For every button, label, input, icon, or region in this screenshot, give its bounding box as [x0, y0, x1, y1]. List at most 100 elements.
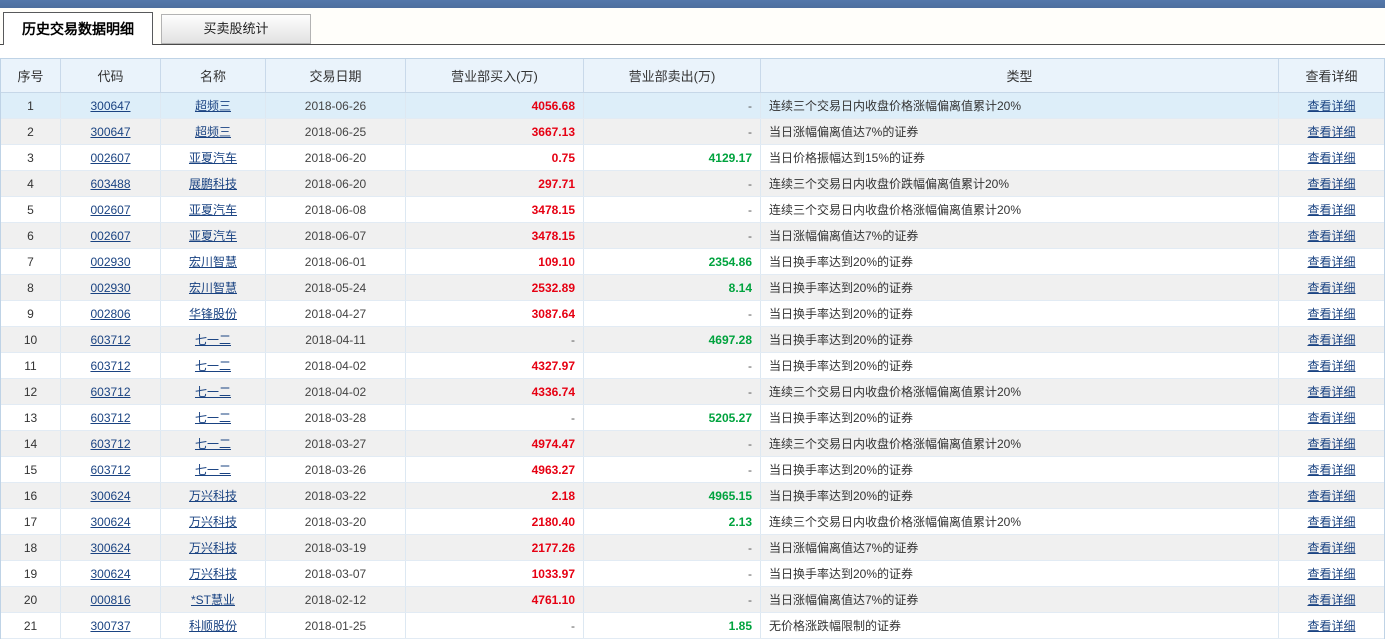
stock-code-link[interactable]: 603712 [90, 463, 130, 477]
trade-date: 2018-04-02 [266, 379, 406, 404]
view-detail-link[interactable]: 查看详细 [1307, 331, 1355, 348]
table-row: 21 300737 科顺股份 2018-01-25 - 1.85 无价格涨跌幅限… [1, 613, 1384, 639]
tab-buy-sell-stats[interactable]: 买卖股统计 [161, 14, 311, 44]
stock-code-link[interactable]: 603488 [90, 177, 130, 191]
stock-name-link[interactable]: 宏川智慧 [189, 253, 237, 270]
alert-type-text: 当日换手率达到20%的证券 [761, 275, 1279, 300]
table-row: 10 603712 七一二 2018-04-11 - 4697.28 当日换手率… [1, 327, 1384, 353]
sell-amount: 5205.27 [709, 411, 752, 425]
stock-code-link[interactable]: 603712 [90, 385, 130, 399]
view-detail-link[interactable]: 查看详细 [1307, 227, 1355, 244]
view-detail-link[interactable]: 查看详细 [1307, 357, 1355, 374]
alert-type-text: 当日换手率达到20%的证券 [761, 457, 1279, 482]
stock-name-link[interactable]: 亚夏汽车 [189, 227, 237, 244]
view-detail-link[interactable]: 查看详细 [1307, 565, 1355, 582]
buy-amount: 3478.15 [532, 203, 575, 217]
view-detail-link[interactable]: 查看详细 [1307, 435, 1355, 452]
buy-amount: 4336.74 [532, 385, 575, 399]
view-detail-link[interactable]: 查看详细 [1307, 253, 1355, 270]
stock-name-link[interactable]: 亚夏汽车 [189, 149, 237, 166]
stock-name-link[interactable]: 宏川智慧 [189, 279, 237, 296]
stock-code-link[interactable]: 300737 [90, 619, 130, 633]
alert-type-text: 当日换手率达到20%的证券 [761, 405, 1279, 430]
stock-name-link[interactable]: 七一二 [195, 331, 231, 348]
view-detail-link[interactable]: 查看详细 [1307, 539, 1355, 556]
stock-code-link[interactable]: 603712 [90, 437, 130, 451]
stock-code-link[interactable]: 300624 [90, 489, 130, 503]
table-row: 3 002607 亚夏汽车 2018-06-20 0.75 4129.17 当日… [1, 145, 1384, 171]
header-seq: 序号 [1, 59, 61, 92]
stock-name-link[interactable]: 万兴科技 [189, 539, 237, 556]
row-seq-number: 13 [1, 405, 61, 430]
sell-amount: - [748, 567, 752, 581]
history-trade-table: 序号 代码 名称 交易日期 营业部买入(万) 营业部卖出(万) 类型 查看详细 … [0, 58, 1385, 639]
sell-amount: - [748, 463, 752, 477]
stock-name-link[interactable]: 七一二 [195, 435, 231, 452]
alert-type-text: 当日涨幅偏离值达7%的证券 [761, 535, 1279, 560]
header-type: 类型 [761, 59, 1279, 92]
stock-name-link[interactable]: 超频三 [195, 123, 231, 140]
stock-code-link[interactable]: 002607 [90, 203, 130, 217]
tab-history-trade-detail[interactable]: 历史交易数据明细 [3, 12, 153, 45]
table-row: 2 300647 超频三 2018-06-25 3667.13 - 当日涨幅偏离… [1, 119, 1384, 145]
view-detail-link[interactable]: 查看详细 [1307, 123, 1355, 140]
sell-amount: - [748, 541, 752, 555]
stock-name-link[interactable]: 万兴科技 [189, 487, 237, 504]
table-row: 14 603712 七一二 2018-03-27 4974.47 - 连续三个交… [1, 431, 1384, 457]
view-detail-link[interactable]: 查看详细 [1307, 201, 1355, 218]
view-detail-link[interactable]: 查看详细 [1307, 591, 1355, 608]
stock-name-link[interactable]: 华锋股份 [189, 305, 237, 322]
row-seq-number: 12 [1, 379, 61, 404]
stock-code-link[interactable]: 000816 [90, 593, 130, 607]
header-action: 查看详细 [1279, 59, 1384, 92]
view-detail-link[interactable]: 查看详细 [1307, 409, 1355, 426]
stock-code-link[interactable]: 300624 [90, 541, 130, 555]
row-seq-number: 1 [1, 93, 61, 118]
stock-name-link[interactable]: 七一二 [195, 357, 231, 374]
view-detail-link[interactable]: 查看详细 [1307, 617, 1355, 634]
view-detail-link[interactable]: 查看详细 [1307, 175, 1355, 192]
stock-code-link[interactable]: 300624 [90, 567, 130, 581]
stock-name-link[interactable]: 科顺股份 [189, 617, 237, 634]
stock-code-link[interactable]: 002930 [90, 255, 130, 269]
trade-date: 2018-03-28 [266, 405, 406, 430]
stock-code-link[interactable]: 603712 [90, 333, 130, 347]
stock-code-link[interactable]: 603712 [90, 411, 130, 425]
stock-name-link[interactable]: *ST慧业 [191, 591, 235, 608]
stock-name-link[interactable]: 万兴科技 [189, 565, 237, 582]
stock-name-link[interactable]: 七一二 [195, 409, 231, 426]
stock-code-link[interactable]: 603712 [90, 359, 130, 373]
stock-name-link[interactable]: 万兴科技 [189, 513, 237, 530]
view-detail-link[interactable]: 查看详细 [1307, 383, 1355, 400]
stock-code-link[interactable]: 300647 [90, 99, 130, 113]
stock-code-link[interactable]: 002806 [90, 307, 130, 321]
table-body: 1 300647 超频三 2018-06-26 4056.68 - 连续三个交易… [1, 93, 1384, 639]
row-seq-number: 15 [1, 457, 61, 482]
stock-code-link[interactable]: 300624 [90, 515, 130, 529]
stock-code-link[interactable]: 002930 [90, 281, 130, 295]
row-seq-number: 2 [1, 119, 61, 144]
view-detail-link[interactable]: 查看详细 [1307, 279, 1355, 296]
trade-date: 2018-03-20 [266, 509, 406, 534]
trade-date: 2018-06-20 [266, 145, 406, 170]
stock-code-link[interactable]: 002607 [90, 151, 130, 165]
stock-name-link[interactable]: 超频三 [195, 97, 231, 114]
stock-name-link[interactable]: 展鹏科技 [189, 175, 237, 192]
row-seq-number: 6 [1, 223, 61, 248]
view-detail-link[interactable]: 查看详细 [1307, 149, 1355, 166]
view-detail-link[interactable]: 查看详细 [1307, 513, 1355, 530]
stock-name-link[interactable]: 七一二 [195, 461, 231, 478]
alert-type-text: 连续三个交易日内收盘价格涨幅偏离值累计20% [761, 379, 1279, 404]
stock-name-link[interactable]: 七一二 [195, 383, 231, 400]
view-detail-link[interactable]: 查看详细 [1307, 461, 1355, 478]
stock-code-link[interactable]: 002607 [90, 229, 130, 243]
stock-name-link[interactable]: 亚夏汽车 [189, 201, 237, 218]
view-detail-link[interactable]: 查看详细 [1307, 305, 1355, 322]
buy-amount: 4056.68 [532, 99, 575, 113]
view-detail-link[interactable]: 查看详细 [1307, 97, 1355, 114]
row-seq-number: 9 [1, 301, 61, 326]
stock-code-link[interactable]: 300647 [90, 125, 130, 139]
view-detail-link[interactable]: 查看详细 [1307, 487, 1355, 504]
row-seq-number: 8 [1, 275, 61, 300]
trade-date: 2018-02-12 [266, 587, 406, 612]
